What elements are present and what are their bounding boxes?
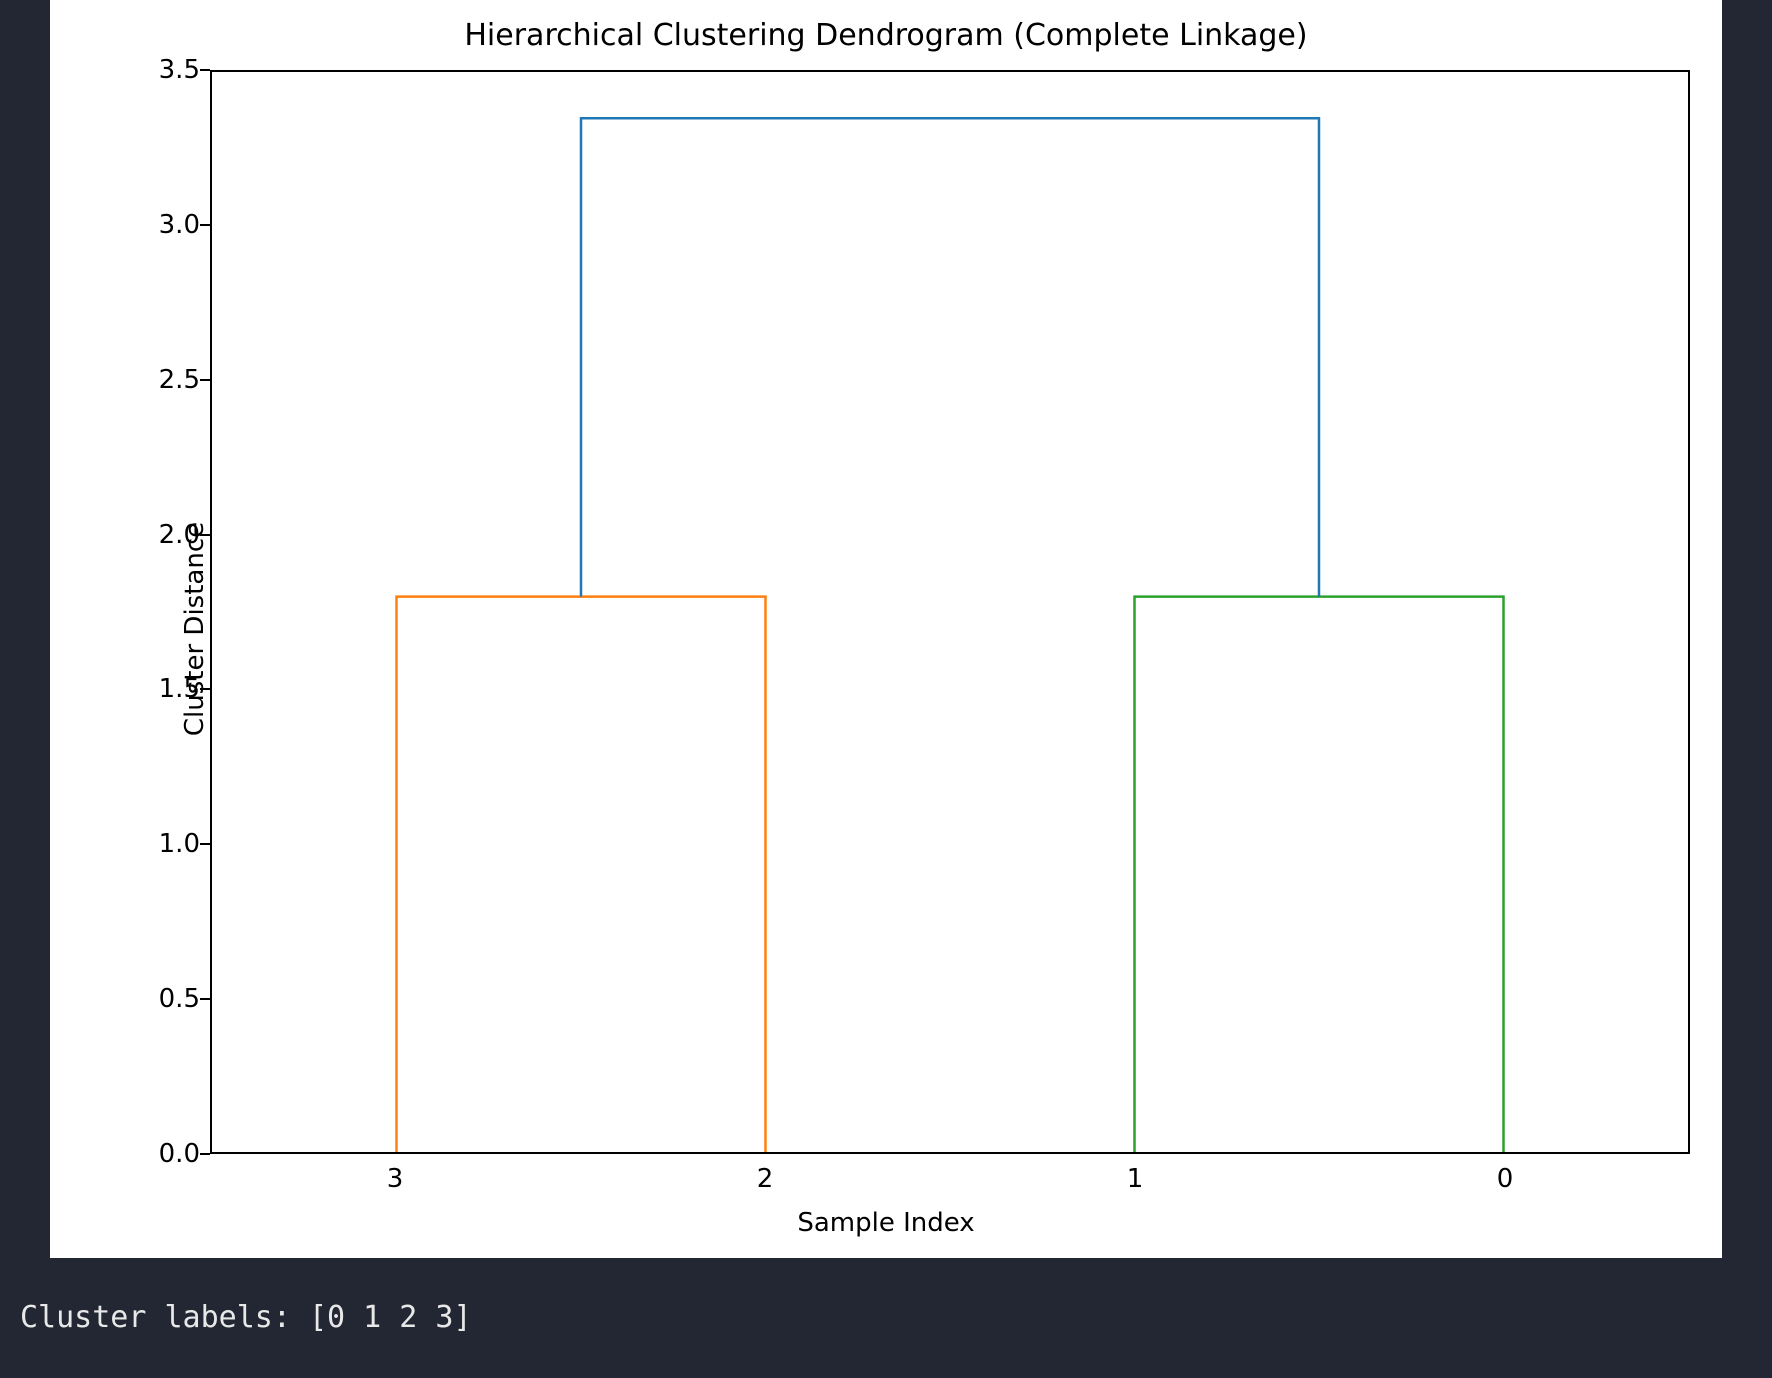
y-tick-mark [200, 69, 210, 71]
y-tick-mark [200, 998, 210, 1000]
y-tick-mark [200, 534, 210, 536]
y-tick-mark [200, 688, 210, 690]
y-tick-label: 3.5 [120, 55, 200, 85]
console-output: Cluster labels: [0 1 2 3] [20, 1300, 472, 1335]
x-axis-label: Sample Index [50, 1208, 1722, 1238]
plot-area [210, 70, 1690, 1154]
dendrogram-link [397, 597, 766, 1152]
x-tick-label: 2 [757, 1164, 774, 1194]
chart-title: Hierarchical Clustering Dendrogram (Comp… [50, 18, 1722, 53]
y-tick-mark [200, 843, 210, 845]
y-tick-label: 0.0 [120, 1139, 200, 1169]
y-tick-label: 3.0 [120, 210, 200, 240]
matplotlib-figure: Hierarchical Clustering Dendrogram (Comp… [50, 0, 1722, 1258]
y-tick-label: 1.0 [120, 829, 200, 859]
x-tick-label: 0 [1497, 1164, 1514, 1194]
dendrogram-link [581, 118, 1319, 596]
y-tick-label: 2.0 [120, 520, 200, 550]
dendrogram-link [1135, 597, 1504, 1152]
y-tick-label: 1.5 [120, 674, 200, 704]
y-tick-mark [200, 1153, 210, 1155]
y-tick-label: 2.5 [120, 365, 200, 395]
y-tick-mark [200, 379, 210, 381]
y-tick-mark [200, 224, 210, 226]
x-tick-label: 1 [1127, 1164, 1144, 1194]
x-tick-label: 3 [387, 1164, 404, 1194]
screenshot-root: Hierarchical Clustering Dendrogram (Comp… [0, 0, 1772, 1378]
y-tick-label: 0.5 [120, 984, 200, 1014]
dendrogram-svg [212, 72, 1688, 1152]
